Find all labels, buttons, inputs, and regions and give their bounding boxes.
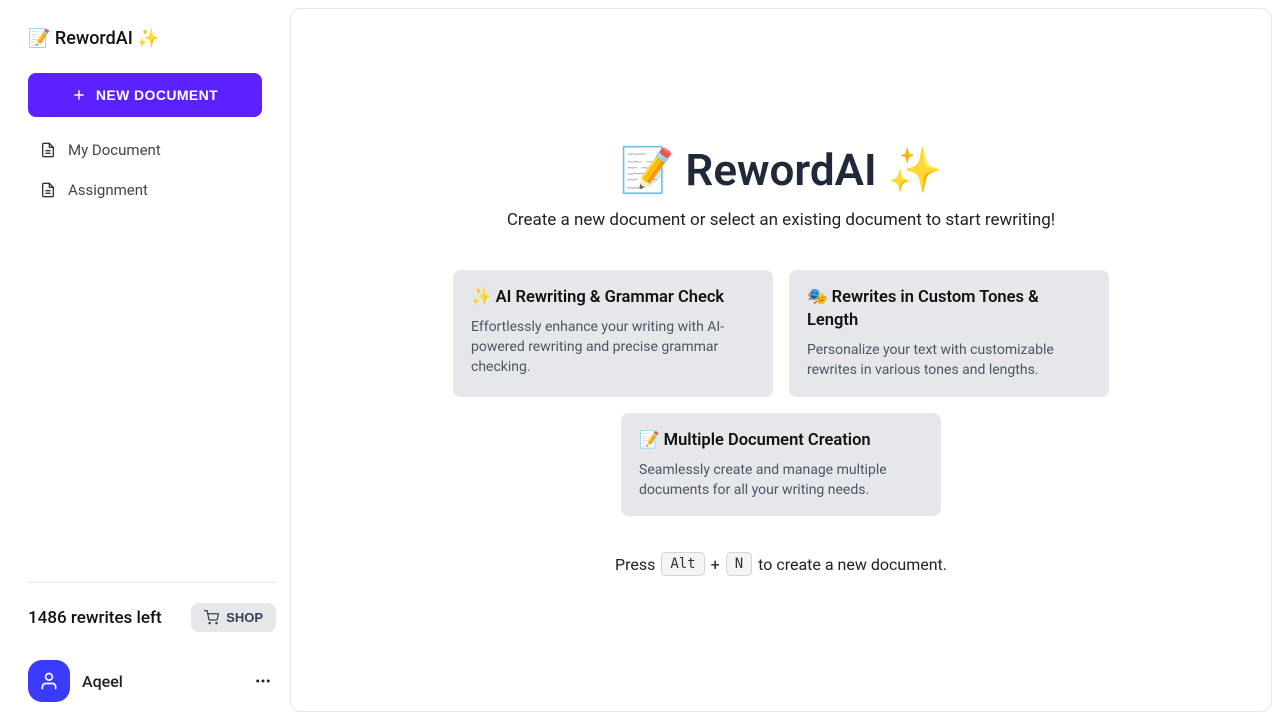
kbd-before-text: Press bbox=[615, 555, 655, 574]
doc-label: Assignment bbox=[68, 181, 148, 199]
feature-card: ✨ AI Rewriting & Grammar Check Effortles… bbox=[453, 270, 773, 397]
new-document-label: NEW DOCUMENT bbox=[96, 87, 218, 103]
sidebar: 📝 RewordAI ✨ NEW DOCUMENT My Document bbox=[0, 0, 290, 720]
new-document-button[interactable]: NEW DOCUMENT bbox=[28, 73, 262, 117]
doc-label: My Document bbox=[68, 141, 161, 159]
document-icon bbox=[40, 142, 56, 158]
more-menu-button[interactable] bbox=[250, 668, 276, 694]
card-desc: Personalize your text with customizable … bbox=[807, 340, 1091, 381]
avatar[interactable] bbox=[28, 660, 70, 702]
page-title: 📝 RewordAI ✨ bbox=[620, 144, 943, 196]
shop-button[interactable]: SHOP bbox=[191, 603, 276, 632]
feature-card: 📝 Multiple Document Creation Seamlessly … bbox=[621, 413, 941, 517]
shop-label: SHOP bbox=[226, 610, 263, 625]
brand-title: 📝 RewordAI ✨ bbox=[28, 28, 276, 49]
kbd-after-text: to create a new document. bbox=[758, 555, 947, 574]
feature-cards: ✨ AI Rewriting & Grammar Check Effortles… bbox=[446, 270, 1116, 516]
card-title: 🎭 Rewrites in Custom Tones & Length bbox=[807, 286, 1091, 332]
sidebar-divider bbox=[28, 582, 276, 583]
main-content: 📝 RewordAI ✨ Create a new document or se… bbox=[290, 8, 1272, 712]
cart-icon bbox=[204, 610, 219, 625]
sidebar-item-assignment[interactable]: Assignment bbox=[28, 171, 276, 209]
card-title: 📝 Multiple Document Creation bbox=[639, 429, 923, 452]
sidebar-item-my-document[interactable]: My Document bbox=[28, 131, 276, 169]
kbd-plus-text: + bbox=[711, 555, 720, 574]
document-list: My Document Assignment bbox=[28, 131, 276, 209]
kbd-key-alt: Alt bbox=[661, 552, 704, 576]
card-desc: Effortlessly enhance your writing with A… bbox=[471, 317, 755, 378]
card-desc: Seamlessly create and manage multiple do… bbox=[639, 460, 923, 501]
user-row: Aqeel bbox=[28, 660, 276, 702]
plus-icon bbox=[72, 88, 86, 102]
card-title: ✨ AI Rewriting & Grammar Check bbox=[471, 286, 755, 309]
rewrites-left-text: 1486 rewrites left bbox=[28, 608, 162, 628]
feature-card: 🎭 Rewrites in Custom Tones & Length Pers… bbox=[789, 270, 1109, 397]
keyboard-hint: Press Alt + N to create a new document. bbox=[615, 552, 947, 576]
user-name: Aqeel bbox=[82, 672, 238, 691]
page-subtitle: Create a new document or select an exist… bbox=[507, 210, 1055, 230]
kbd-key-n: N bbox=[726, 552, 752, 576]
rewrites-row: 1486 rewrites left SHOP bbox=[28, 603, 276, 632]
document-icon bbox=[40, 182, 56, 198]
